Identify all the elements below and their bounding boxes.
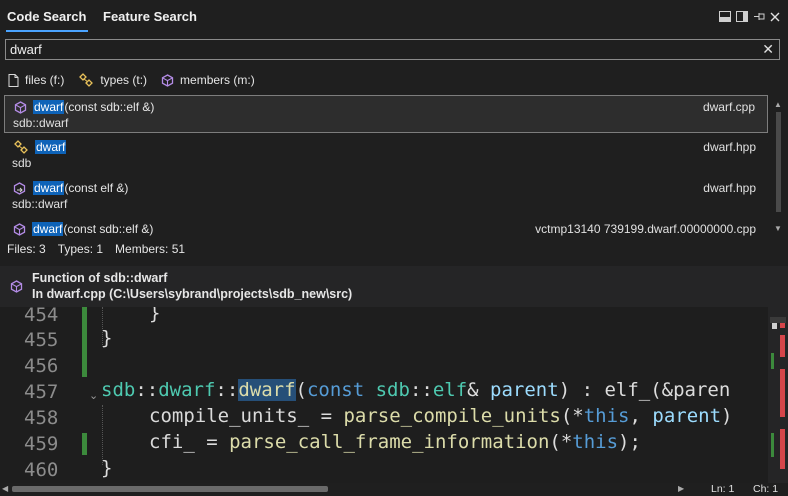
line-number: 460: [24, 459, 59, 481]
code-line: }: [101, 457, 113, 479]
filter-types[interactable]: types (t:): [78, 73, 147, 87]
preview-title: Function of sdb::dwarf: [32, 271, 168, 285]
line-number: 458: [24, 407, 59, 429]
tab-feature-search[interactable]: Feature Search: [103, 9, 197, 24]
overview-scrollbar[interactable]: [768, 307, 788, 483]
code-line: compile_units_ = parse_compile_units(*th…: [149, 405, 733, 427]
search-box: ✕: [5, 39, 780, 60]
code-line: sdb::dwarf::dwarf(const sdb::elf& parent…: [101, 379, 731, 401]
dock-right-icon[interactable]: [736, 11, 748, 25]
files-count: Files: 3: [7, 242, 46, 256]
class-icon: [14, 140, 28, 154]
result-signature: (const sdb::elf &): [63, 222, 154, 236]
clear-search-icon[interactable]: ✕: [762, 41, 774, 58]
filter-members[interactable]: members (m:): [161, 73, 255, 87]
members-count: Members: 51: [115, 242, 186, 256]
result-signature: (const elf &): [64, 181, 129, 195]
scroll-down-arrow-icon[interactable]: ▼: [774, 224, 782, 233]
result-item[interactable]: dwarf(const elf &) sdb::dwarf dwarf.hpp: [4, 177, 768, 215]
preview-header: Function of sdb::dwarf In dwarf.cpp (C:\…: [0, 266, 788, 307]
dock-bottom-icon[interactable]: [719, 11, 731, 25]
scroll-left-arrow-icon[interactable]: ◀: [2, 484, 8, 493]
filter-files-label: files (f:): [25, 73, 65, 87]
result-counts: Files: 3 Types: 1 Members: 51: [7, 242, 185, 256]
line-number: 454: [24, 307, 59, 326]
method-cube-icon: [161, 73, 174, 87]
class-icon: [79, 73, 94, 87]
line-indicator: Ln: 1: [711, 483, 735, 495]
result-scope: sdb::dwarf: [12, 197, 68, 211]
result-name: dwarf: [33, 100, 65, 114]
filter-files[interactable]: files (f:): [8, 73, 64, 87]
close-icon[interactable]: [770, 11, 780, 25]
result-file: vctmp13140 739199.dwarf.00000000.cpp: [535, 222, 756, 236]
line-number: 455: [24, 329, 59, 351]
preview-location: In dwarf.cpp (C:\Users\sybrand\projects\…: [32, 287, 353, 301]
result-item[interactable]: dwarf(const sdb::elf &) sdb::dwarf dwarf…: [4, 95, 768, 133]
result-file: dwarf.cpp: [702, 100, 755, 114]
search-input[interactable]: [10, 41, 750, 58]
change-marker: [82, 433, 87, 455]
indent-guide: [102, 405, 103, 465]
line-number: 457: [24, 381, 59, 403]
result-file: dwarf.hpp: [703, 181, 756, 195]
result-scope: sdb::dwarf: [13, 116, 69, 130]
change-marker: [82, 307, 87, 377]
method-cube-icon: [13, 222, 26, 236]
code-line: }: [149, 307, 161, 324]
result-name: dwarf: [32, 222, 64, 236]
result-scope: sdb: [12, 156, 32, 170]
result-file: dwarf.hpp: [703, 140, 756, 154]
types-count: Types: 1: [57, 242, 104, 256]
constructor-icon: [13, 181, 26, 195]
code-line: }: [101, 327, 113, 349]
results-scrollbar-thumb[interactable]: [776, 112, 781, 212]
line-number: 459: [24, 433, 59, 455]
column-indicator: Ch: 1: [753, 483, 779, 495]
active-tab-indicator: [6, 30, 88, 32]
tab-code-search[interactable]: Code Search: [7, 9, 86, 24]
result-signature: (const sdb::elf &): [64, 100, 155, 114]
filter-types-label: types (t:): [100, 73, 148, 87]
method-cube-icon: [10, 280, 23, 293]
result-name: dwarf: [35, 140, 67, 154]
result-item[interactable]: dwarf(const sdb::elf &) vctmp13140 73919…: [4, 218, 768, 240]
fold-toggle-icon[interactable]: ⌄: [89, 389, 98, 402]
pin-icon[interactable]: [753, 11, 765, 25]
method-cube-icon: [14, 100, 27, 114]
window-controls: [719, 11, 780, 25]
scroll-up-arrow-icon[interactable]: ▲: [774, 100, 782, 109]
file-icon: [8, 73, 19, 87]
filter-members-label: members (m:): [180, 73, 255, 87]
code-line: cfi_ = parse_call_frame_information(*thi…: [149, 431, 641, 453]
result-item[interactable]: dwarf sdb dwarf.hpp: [4, 136, 768, 174]
result-name: dwarf: [33, 181, 65, 195]
highlighted-symbol: dwarf: [238, 379, 296, 401]
line-number: 456: [24, 355, 59, 377]
code-preview[interactable]: 454 455 456 457 458 459 460 } } ⌄ sdb::d…: [0, 307, 768, 483]
filter-bar: files (f:) types (t:) members (m:): [8, 73, 255, 87]
scroll-right-arrow-icon[interactable]: ▶: [678, 484, 684, 493]
horizontal-scrollbar-thumb[interactable]: [12, 486, 328, 492]
